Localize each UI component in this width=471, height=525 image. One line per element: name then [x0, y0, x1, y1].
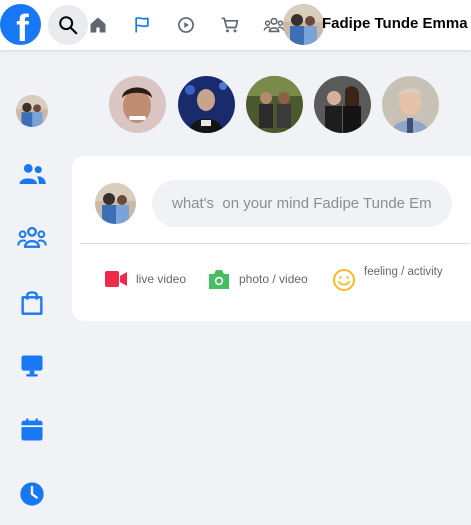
sidebar-watch[interactable] — [16, 350, 48, 382]
watch-icon — [178, 17, 194, 33]
logo-letter: f — [16, 7, 29, 46]
sidebar-groups[interactable] — [16, 222, 48, 254]
sidebar-friends[interactable] — [16, 158, 48, 190]
post-input[interactable] — [152, 180, 452, 227]
nav-marketplace[interactable] — [218, 13, 242, 37]
story-avatar[interactable] — [246, 76, 303, 133]
user-name[interactable]: Fadipe Tunde Emma — [322, 15, 468, 32]
video-camera-icon — [105, 271, 127, 287]
story-avatar[interactable] — [314, 76, 371, 133]
nav-pages[interactable] — [130, 13, 154, 37]
clock-icon — [20, 482, 44, 506]
monitor-icon — [21, 355, 43, 377]
feeling-activity-label: feeling / activity — [364, 266, 443, 278]
feeling-activity-button[interactable]: feeling / activity — [332, 266, 443, 292]
search-button[interactable] — [48, 5, 88, 45]
flag-icon — [135, 17, 149, 33]
profile-avatar[interactable] — [283, 4, 324, 45]
composer-avatar[interactable] — [95, 183, 136, 224]
smiley-icon — [333, 269, 355, 291]
sidebar-events[interactable] — [16, 414, 48, 446]
sidebar-profile-avatar[interactable] — [16, 95, 48, 127]
shopping-bag-icon — [21, 291, 43, 315]
nav-home[interactable] — [86, 13, 110, 37]
facebook-logo[interactable]: f — [0, 4, 41, 45]
top-navigation-bar: f Fadipe Tunde Emma — [0, 0, 471, 50]
photo-video-button[interactable]: photo / video — [207, 268, 308, 290]
groups-icon — [17, 226, 47, 248]
story-avatar[interactable] — [178, 76, 235, 133]
calendar-icon — [21, 418, 43, 441]
photo-video-label: photo / video — [239, 272, 308, 286]
live-video-label: live video — [136, 272, 187, 286]
sidebar-memories[interactable] — [16, 478, 48, 510]
sidebar-marketplace[interactable] — [16, 286, 48, 318]
groups-icon — [263, 17, 285, 33]
camera-icon — [209, 270, 229, 289]
marketplace-icon — [221, 17, 239, 33]
home-icon — [90, 17, 106, 33]
nav-watch[interactable] — [174, 13, 198, 37]
story-avatar[interactable] — [109, 76, 166, 133]
divider — [80, 243, 470, 244]
live-video-button[interactable]: live video — [104, 270, 186, 288]
search-icon — [59, 16, 78, 35]
story-avatar[interactable] — [382, 76, 439, 133]
friends-icon — [19, 164, 46, 184]
